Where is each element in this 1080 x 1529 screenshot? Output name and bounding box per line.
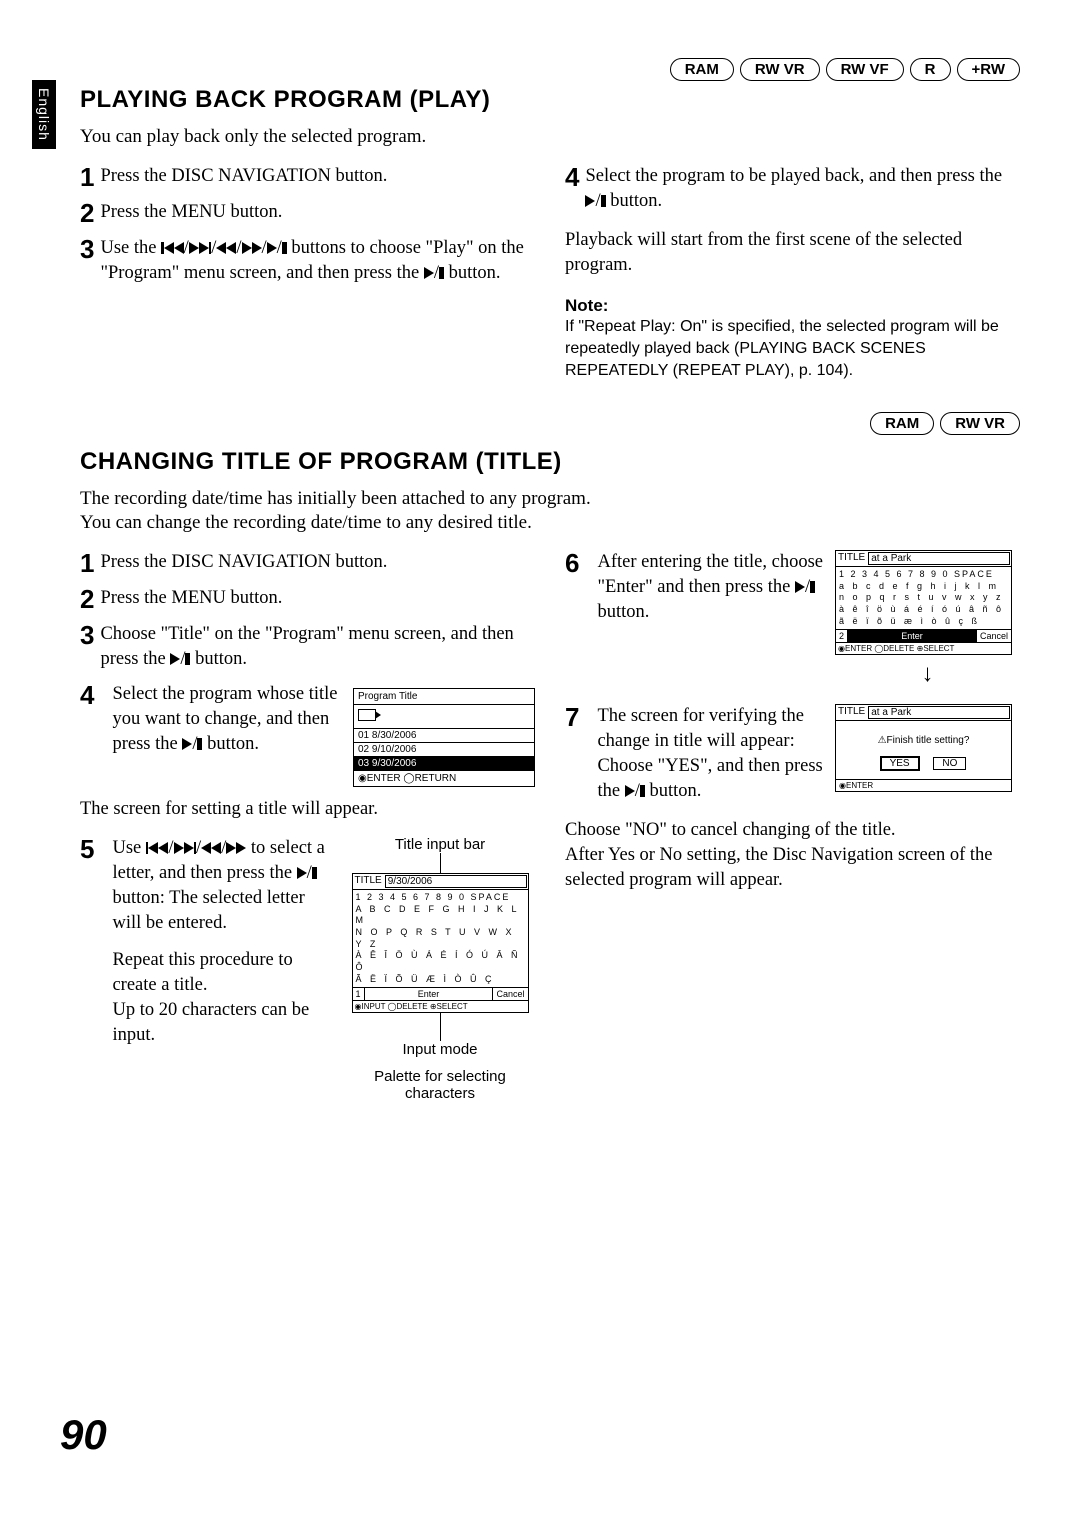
confirm-question: ⚠Finish title setting? [836, 721, 1011, 756]
step-number: 7 [565, 704, 579, 730]
play-pause-icon: / [795, 577, 815, 597]
step-number: 1 [80, 164, 94, 190]
s2-step7-after1: Choose "NO" to cancel changing of the ti… [565, 818, 1020, 843]
title-edit-screenshot: TITLE 9/30/2006 1 2 3 4 5 6 7 8 9 0 SPAC… [352, 873, 529, 1014]
s2-step3-text: Choose "Title" on the "Program" menu scr… [100, 622, 535, 672]
badge-rwvr: RW VR [740, 58, 820, 81]
program-title-header: Program Title [354, 689, 534, 705]
callout-title-input-bar: Title input bar [345, 836, 535, 853]
program-title-screenshot: Program Title 01 8/30/2006 02 9/10/2006 … [353, 688, 535, 787]
enter-btn-selected: Enter [848, 630, 977, 642]
s2-step7-after2: After Yes or No setting, the Disc Naviga… [565, 843, 1020, 893]
step-number: 4 [565, 164, 579, 190]
prev-next-rewind-forward-icons: /// [146, 838, 246, 858]
input-mode-btn: 2 [836, 630, 848, 642]
prev-next-rewind-forward-play-pause-icons: ///// [161, 238, 287, 258]
character-palette: 1 2 3 4 5 6 7 8 9 0 SPACE a b c d e f g … [836, 567, 1011, 630]
step-number: 6 [565, 550, 579, 576]
title-field: 9/30/2006 [385, 875, 527, 888]
disc-badges-top: RAM RW VR RW VF R +RW [670, 58, 1020, 81]
play-pause-icon: / [182, 734, 202, 754]
page-number: 90 [60, 1411, 107, 1459]
no-btn: NO [933, 757, 966, 770]
enter-btn: Enter [365, 988, 494, 1000]
play-pause-icon: / [297, 863, 317, 883]
badge-rwvf: RW VF [826, 58, 904, 81]
confirm-footer: ◉ENTER [836, 779, 1011, 791]
title-field: at a Park [868, 706, 1010, 719]
badge-ram: RAM [870, 412, 934, 435]
program-row-selected: 03 9/30/2006 [354, 757, 534, 771]
cancel-btn: Cancel [977, 630, 1011, 642]
s2-step5-text: Use /// to select a letter, and then pre… [112, 836, 333, 1048]
confirm-screenshot: TITLE at a Park ⚠Finish title setting? Y… [835, 704, 1012, 792]
disc-badges-mid: RAM RW VR [870, 412, 1020, 435]
callout-line [440, 1013, 441, 1041]
yes-btn: YES [881, 757, 919, 770]
badge-plusrw: +RW [957, 58, 1020, 81]
note-body: If "Repeat Play: On" is specified, the s… [565, 316, 1020, 381]
step4-after: Playback will start from the first scene… [565, 228, 1020, 278]
note-heading: Note: [565, 296, 1020, 316]
section2-heading: CHANGING TITLE OF PROGRAM (TITLE) [80, 448, 1020, 476]
play-pause-icon: / [170, 649, 190, 669]
callout-palette: Palette for selecting characters [345, 1068, 535, 1102]
s2-step4-text: Select the program whose title you want … [112, 682, 341, 757]
step2-text: Press the MENU button. [100, 200, 282, 225]
step3-text: Use the ///// buttons to choose "Play" o… [100, 236, 535, 286]
s2-step7-text: The screen for verifying the change in t… [597, 704, 823, 804]
camera-icon [354, 705, 534, 729]
section1-intro: You can play back only the selected prog… [80, 126, 1020, 148]
input-mode-btn: 1 [353, 988, 365, 1000]
section2-intro2: You can change the recording date/time t… [80, 512, 1020, 534]
section1-heading: PLAYING BACK PROGRAM (PLAY) [80, 86, 1020, 114]
badge-r: R [910, 58, 951, 81]
program-footer: ◉ENTER ◯RETURN [354, 771, 534, 786]
s2-step1-text: Press the DISC NAVIGATION button. [100, 550, 387, 575]
badge-rwvr: RW VR [940, 412, 1020, 435]
callout-input-mode: Input mode [345, 1041, 535, 1058]
character-palette: 1 2 3 4 5 6 7 8 9 0 SPACE A B C D E F G … [353, 890, 528, 989]
step-number: 5 [80, 836, 94, 862]
title-field: at a Park [868, 552, 1010, 565]
program-row: 02 9/10/2006 [354, 743, 534, 757]
badge-ram: RAM [670, 58, 734, 81]
step-number: 4 [80, 682, 94, 708]
step1-text: Press the DISC NAVIGATION button. [100, 164, 387, 189]
title-edit-screenshot-2: TITLE at a Park 1 2 3 4 5 6 7 8 9 0 SPAC… [835, 550, 1012, 655]
title-label: TITLE [353, 874, 384, 889]
cancel-btn: Cancel [493, 988, 527, 1000]
section2-intro1: The recording date/time has initially be… [80, 488, 1020, 510]
title-label: TITLE [836, 551, 867, 566]
step-number: 3 [80, 622, 94, 648]
s2-step4-after: The screen for setting a title will appe… [80, 797, 535, 822]
step-number: 2 [80, 586, 94, 612]
callout-line [440, 853, 441, 873]
s2-step6-text: After entering the title, choose "Enter"… [597, 550, 823, 625]
play-pause-icon: / [424, 263, 444, 283]
title-label: TITLE [836, 705, 867, 720]
step-number: 3 [80, 236, 94, 262]
play-pause-icon: / [625, 781, 645, 801]
down-arrow-icon: ↓ [835, 661, 1020, 688]
step-number: 2 [80, 200, 94, 226]
title-edit-footer: ◉INPUT ◯DELETE ⊕SELECT [353, 1000, 528, 1012]
program-row: 01 8/30/2006 [354, 729, 534, 743]
language-tab: English [32, 80, 56, 149]
step-number: 1 [80, 550, 94, 576]
step4-text: Select the program to be played back, an… [585, 164, 1020, 214]
play-pause-icon: / [585, 191, 605, 211]
s2-step2-text: Press the MENU button. [100, 586, 282, 611]
title-edit-footer: ◉ENTER ◯DELETE ⊕SELECT [836, 642, 1011, 654]
